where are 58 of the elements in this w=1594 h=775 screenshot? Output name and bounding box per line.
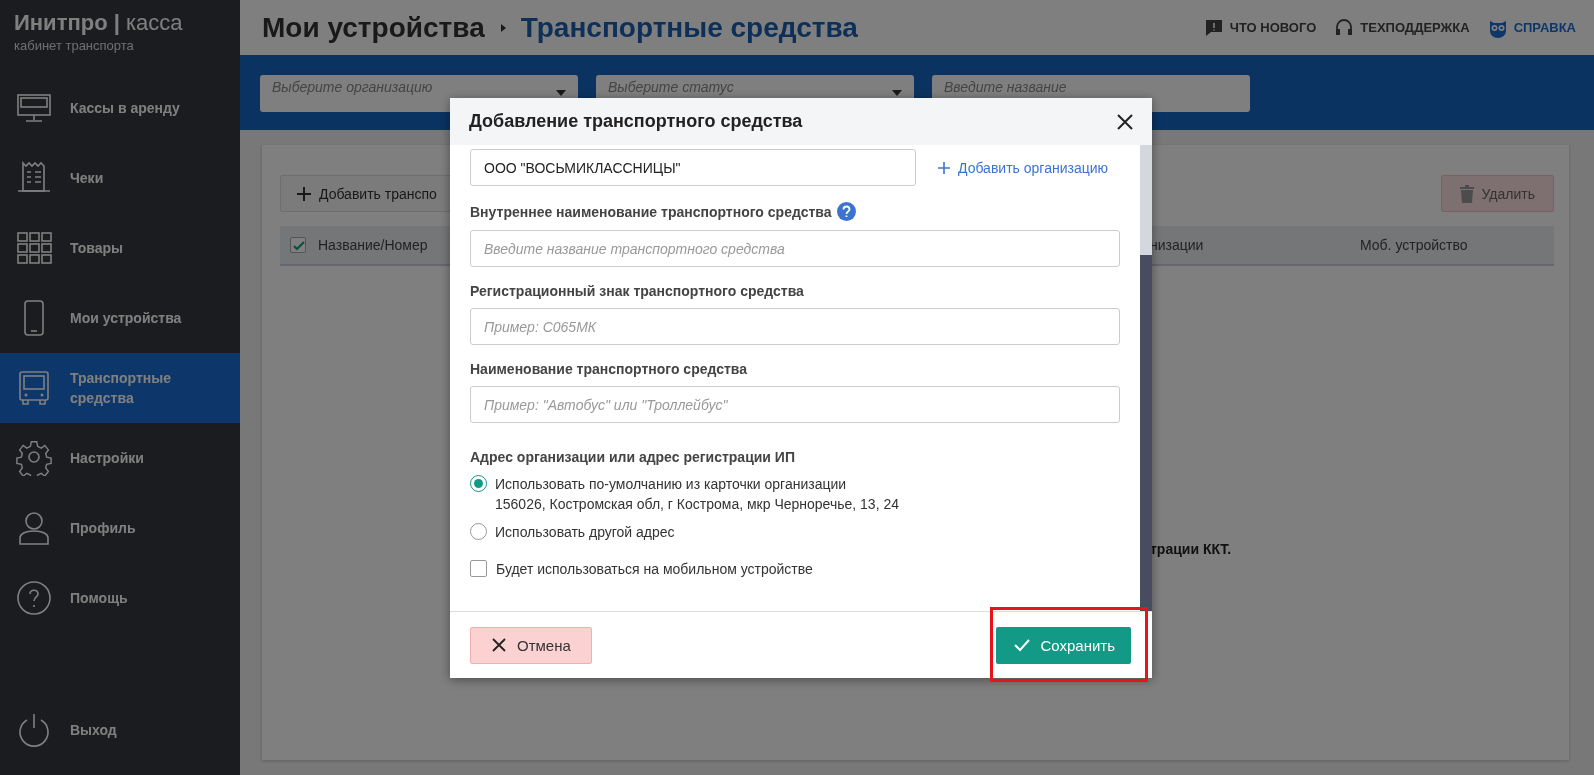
field-label: Внутреннее наименование транспортного средства <box>470 203 832 220</box>
field-label: Наименование транспортного средства <box>470 361 748 377</box>
text-field[interactable]: Пример: С065МК <box>470 308 1120 345</box>
trash-icon <box>1459 184 1474 203</box>
add-organization-link[interactable]: Добавить организацию <box>938 159 1108 176</box>
column-header: Название/Номер <box>318 237 428 253</box>
sidebar-item[interactable]: Чеки <box>0 143 240 213</box>
notice-text: трации ККТ. <box>1150 541 1233 557</box>
brand-logo: Инитпро | касса <box>13 9 184 36</box>
breadcrumb-item: Транспортные средства <box>520 11 858 44</box>
sidebar-item[interactable]: Товары <box>0 213 240 283</box>
close-button[interactable] <box>1116 112 1134 131</box>
close-icon <box>1116 112 1134 131</box>
breadcrumb-item[interactable]: Мои устройства <box>262 11 485 44</box>
dialog-title: Добавление транспортного средства <box>469 111 804 132</box>
sidebar-item[interactable]: Кассы в аренду <box>0 73 240 143</box>
sidebar-item[interactable]: Профиль <box>0 493 240 563</box>
plus-icon <box>297 186 311 201</box>
checkbox-label: Будет использоваться на мобильном устройстве <box>496 560 813 577</box>
text-field[interactable]: Введите название транспортного средства <box>470 230 1120 267</box>
help-icon <box>837 202 857 221</box>
person-icon <box>16 510 52 546</box>
column-header: низации <box>1150 237 1205 253</box>
header-link[interactable]: ТЕХПОДДЕРЖКА <box>1334 17 1470 38</box>
gear-icon <box>16 440 52 476</box>
text-field[interactable]: Пример: "Автобус" или "Троллейбус" <box>470 386 1120 423</box>
column-header: Моб. устройство <box>1360 237 1469 253</box>
checkbox[interactable] <box>290 237 306 253</box>
sidebar-item[interactable]: Транспортные средства <box>0 353 240 423</box>
field-label: Адрес организации или адрес регистрации ИП <box>470 449 796 465</box>
message-icon <box>1203 17 1224 38</box>
plus-icon <box>938 161 950 174</box>
organization-field[interactable]: ООО "ВОСЬМИКЛАССНИЦЫ" <box>470 149 916 186</box>
header-link[interactable]: СПРАВКА <box>1487 17 1576 38</box>
brand-subtitle: кабинет транспорта <box>13 37 135 53</box>
grid-icon <box>16 230 52 266</box>
checkbox[interactable] <box>470 560 487 577</box>
option-label: Использовать другой адрес <box>495 523 675 542</box>
address-text: 156026, Костромская обл, г Кострома, мкр Черноречье, 13, 24 <box>495 495 899 514</box>
sidebar-item[interactable]: Помощь <box>0 563 240 633</box>
save-button[interactable]: Сохранить <box>996 626 1131 664</box>
option-label: Использовать по-умолчанию из карточки организации <box>495 475 848 494</box>
check-icon <box>1014 637 1031 653</box>
sidebar-item[interactable]: Настройки <box>0 423 240 493</box>
sidebar-item[interactable]: Мои устройства <box>0 283 240 353</box>
cancel-button[interactable]: Отмена <box>470 626 592 664</box>
headset-icon <box>1334 17 1355 38</box>
breadcrumb-arrow-icon <box>498 22 507 33</box>
bus-icon <box>16 370 52 406</box>
caret-icon <box>892 90 902 96</box>
sidebar-item[interactable]: Выход <box>0 695 240 765</box>
field-label: Регистрационный знак транспортного средства <box>470 283 804 299</box>
scrollbar[interactable] <box>1140 145 1152 611</box>
caret-icon <box>556 90 566 96</box>
help-icon <box>16 580 52 616</box>
power-icon <box>16 712 52 748</box>
header-link[interactable]: ЧТО НОВОГО <box>1203 17 1317 38</box>
close-icon <box>491 637 507 653</box>
